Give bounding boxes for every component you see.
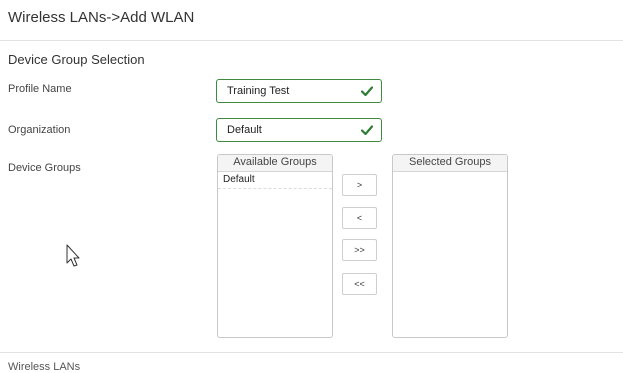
move-all-right-button[interactable]: >> bbox=[342, 239, 377, 261]
header-divider bbox=[0, 40, 623, 41]
available-groups-list[interactable]: Available Groups Default bbox=[217, 154, 333, 338]
checkmark-icon bbox=[361, 125, 373, 135]
organization-label: Organization bbox=[8, 124, 71, 136]
move-all-left-button[interactable]: << bbox=[342, 273, 377, 295]
mouse-pointer-icon bbox=[66, 244, 80, 267]
list-item[interactable]: Default bbox=[218, 172, 332, 189]
organization-input[interactable] bbox=[217, 119, 357, 141]
wireless-lans-section-title: Wireless LANs bbox=[8, 361, 81, 373]
selected-groups-list[interactable]: Selected Groups bbox=[392, 154, 508, 338]
available-groups-header: Available Groups bbox=[218, 155, 332, 172]
page-title: Wireless LANs->Add WLAN bbox=[8, 9, 195, 26]
footer-divider bbox=[0, 352, 623, 353]
profile-name-input[interactable] bbox=[217, 80, 357, 102]
profile-name-label: Profile Name bbox=[8, 83, 72, 95]
selected-groups-header: Selected Groups bbox=[393, 155, 507, 172]
device-groups-label: Device Groups bbox=[8, 162, 81, 174]
profile-name-field bbox=[216, 79, 382, 103]
move-right-button[interactable]: > bbox=[342, 174, 377, 196]
organization-field bbox=[216, 118, 382, 142]
move-left-button[interactable]: < bbox=[342, 207, 377, 229]
checkmark-icon bbox=[361, 86, 373, 96]
section-title: Device Group Selection bbox=[8, 52, 145, 67]
